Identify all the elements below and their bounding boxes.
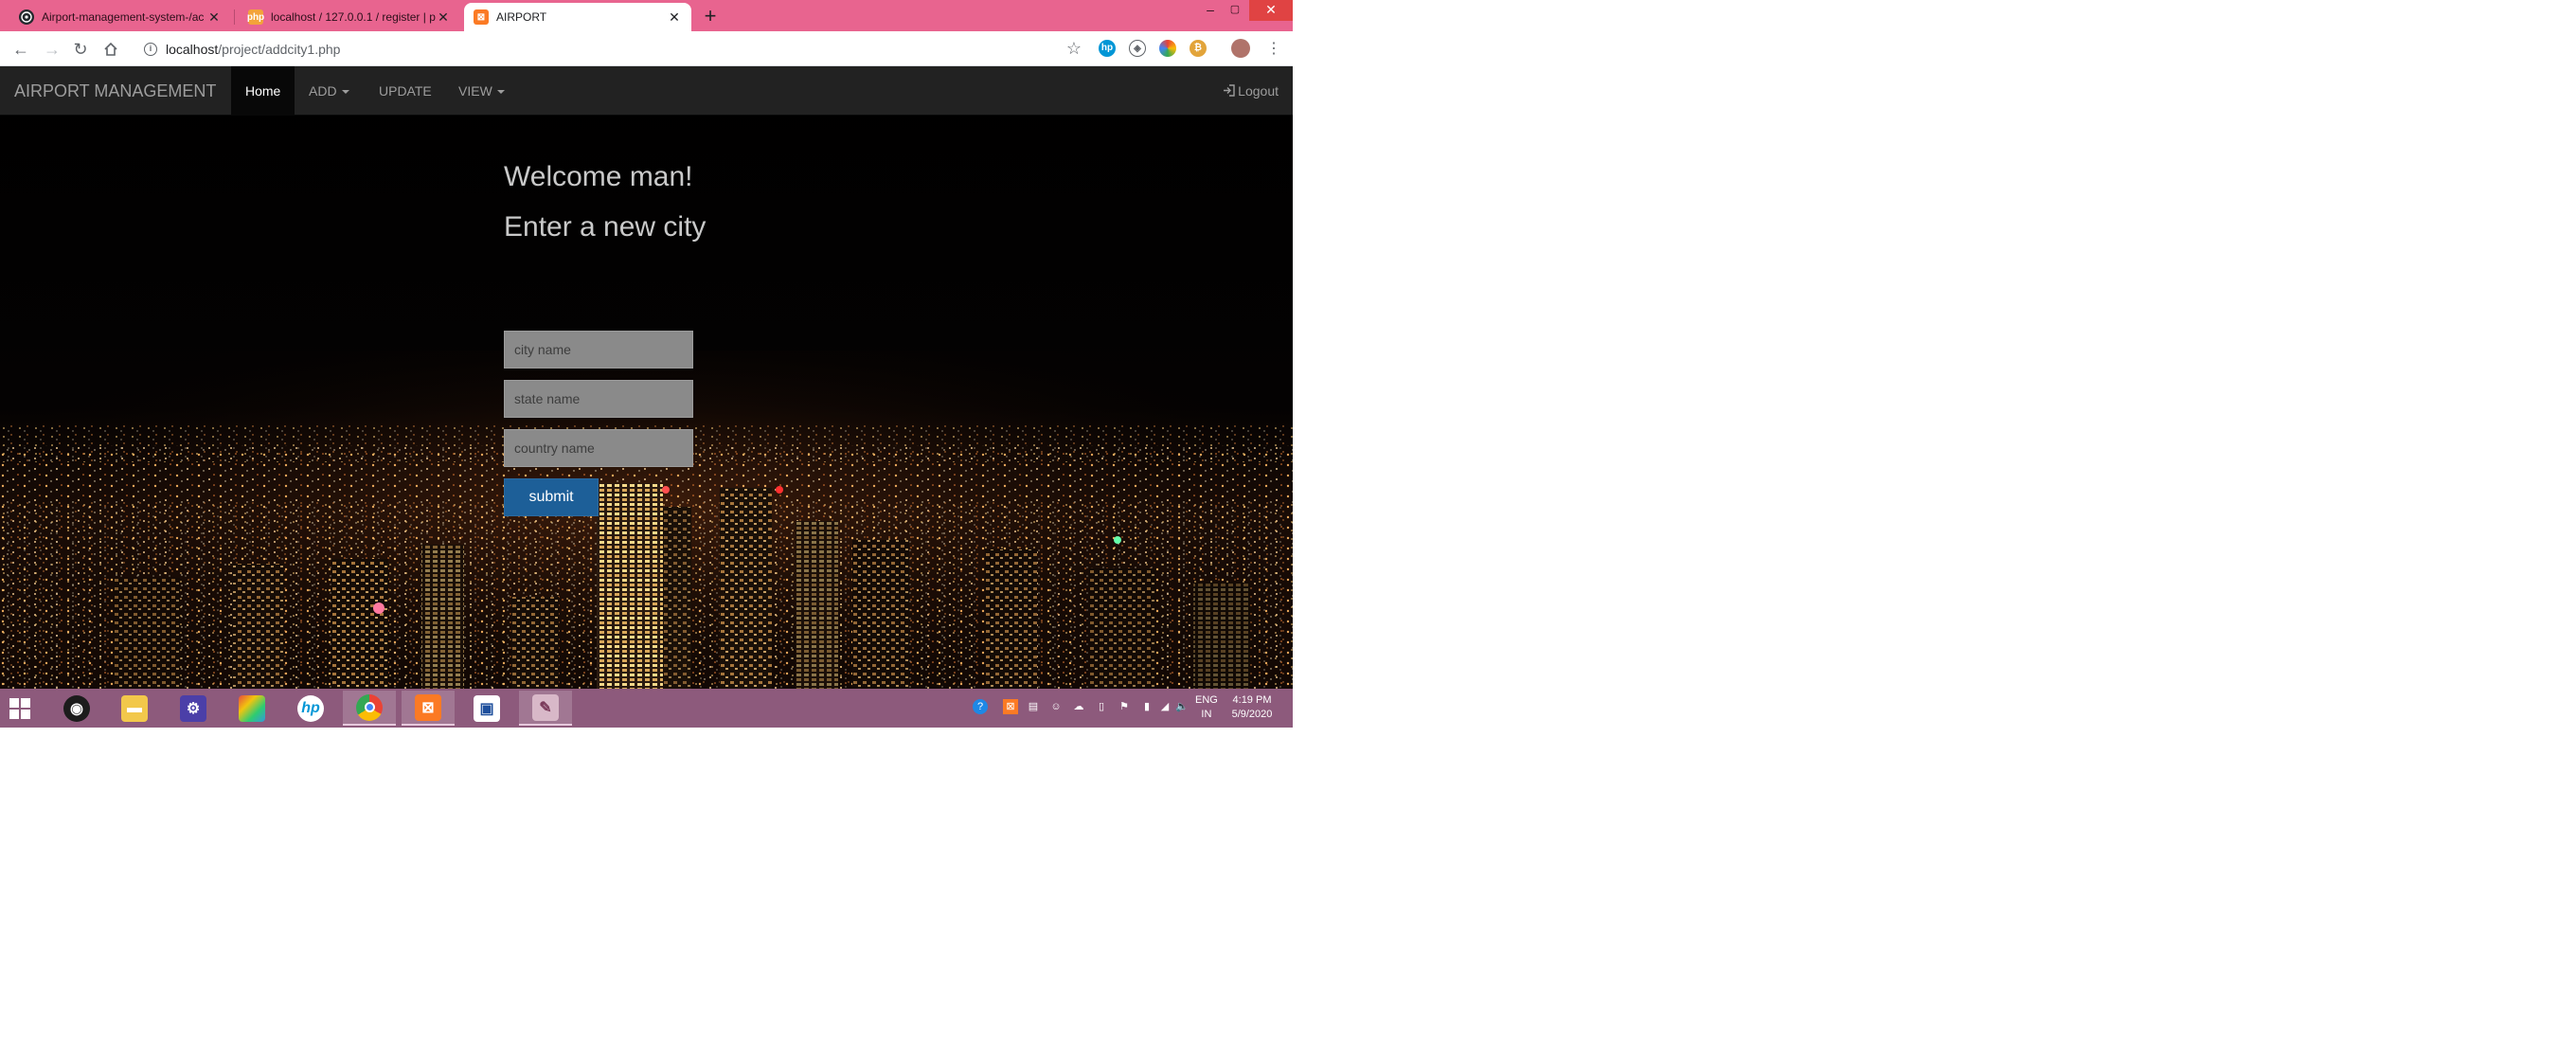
paint-icon: ✎	[532, 693, 559, 721]
state-name-input[interactable]	[504, 380, 693, 418]
coin-icon[interactable]: ₿	[1190, 40, 1207, 57]
settings-icon: ⚙	[180, 694, 206, 722]
clock-date: 5/9/2020	[1231, 709, 1273, 720]
submit-button[interactable]: submit	[504, 478, 599, 516]
language-code: ENG	[1195, 694, 1218, 706]
shield-icon[interactable]: ◈	[1129, 40, 1146, 57]
tab-airport[interactable]: ⊠ AIRPORT ✕	[464, 3, 691, 31]
logout-link[interactable]: Logout	[1223, 66, 1279, 116]
windows-taskbar: ◉ ▬ ⚙ hp ⊠ ▣ ✎ ? ⊠ ▤ ☺ ☁ ▯ ⚑ ▮ ◢ 🔈 ENG I…	[0, 689, 1293, 728]
nav-view[interactable]: VIEW	[444, 66, 519, 116]
taskbar-paint[interactable]: ✎	[519, 691, 572, 726]
hp-icon[interactable]: hp	[1099, 40, 1116, 57]
new-tab-button[interactable]: +	[697, 3, 724, 29]
flag-icon[interactable]: ⚑	[1117, 699, 1132, 714]
xampp-tray-icon[interactable]: ⊠	[1003, 699, 1018, 714]
nav-add-label: ADD	[309, 83, 337, 99]
caret-down-icon	[341, 90, 349, 95]
url-path: /project/addcity1.php	[218, 42, 341, 57]
info-icon[interactable]: i	[144, 43, 157, 56]
browser-tab-bar: Airport-management-system-/ac ✕ php loca…	[0, 0, 1293, 31]
nav-home-label: Home	[245, 83, 281, 99]
app-icon: ▣	[474, 694, 500, 722]
menu-icon[interactable]: ⋮	[1262, 38, 1285, 61]
chrome-icon	[356, 693, 383, 721]
nav-add[interactable]: ADD	[295, 66, 364, 116]
close-icon[interactable]: ✕	[206, 9, 222, 26]
close-icon[interactable]: ✕	[436, 9, 451, 26]
volume-icon[interactable]: 🔈	[1174, 699, 1190, 714]
taskbar-app[interactable]: ▣	[460, 691, 513, 726]
tab-title: Airport-management-system-/ac	[42, 10, 205, 24]
region-code: IN	[1201, 709, 1212, 720]
file-explorer-icon: ▬	[121, 694, 148, 722]
colorful-icon[interactable]	[1159, 40, 1176, 57]
taskbar-chrome[interactable]	[343, 691, 396, 726]
camera-icon: ◉	[63, 694, 90, 722]
language-indicator[interactable]: ENG IN	[1195, 693, 1218, 722]
clock-time: 4:19 PM	[1232, 694, 1272, 706]
form-title: Enter a new city	[504, 211, 707, 243]
taskbar-photos[interactable]	[225, 691, 278, 726]
tab-title: AIRPORT	[496, 10, 547, 24]
star-icon[interactable]: ☆	[1066, 39, 1082, 59]
nav-home[interactable]: Home	[231, 66, 295, 116]
tab-separator	[234, 9, 235, 25]
caret-down-icon	[496, 90, 505, 95]
home-icon[interactable]	[99, 38, 122, 61]
phpmyadmin-icon: php	[247, 9, 264, 25]
brand-link[interactable]: AIRPORT MANAGEMENT	[14, 66, 216, 116]
city-night-background	[0, 66, 1293, 689]
tab-title: localhost / 127.0.0.1 / register | p	[271, 10, 436, 24]
nav-view-label: VIEW	[458, 83, 492, 99]
tab-github[interactable]: Airport-management-system-/ac ✕	[9, 3, 231, 31]
site-navbar: AIRPORT MANAGEMENT Home ADD UPDATE VIEW …	[0, 66, 1293, 116]
logout-icon	[1223, 66, 1235, 116]
tray-icon[interactable]: ☺	[1048, 699, 1064, 714]
forward-icon[interactable]: →	[41, 38, 63, 61]
help-icon[interactable]: ?	[973, 699, 988, 714]
back-icon[interactable]: ←	[9, 38, 32, 61]
address-bar[interactable]: i localhost/project/addcity1.php ☆	[133, 36, 1089, 63]
network-icon[interactable]: ▮	[1139, 699, 1154, 714]
close-icon[interactable]: ✕	[667, 9, 682, 26]
taskbar-camera[interactable]: ◉	[50, 691, 103, 726]
screen: Airport-management-system-/ac ✕ php loca…	[0, 0, 1293, 728]
nav-update-label: UPDATE	[379, 83, 432, 99]
url-text: localhost/project/addcity1.php	[166, 42, 340, 57]
city-name-input[interactable]	[504, 331, 693, 369]
taskbar-xampp[interactable]: ⊠	[402, 691, 455, 726]
taskbar-hp[interactable]: hp	[284, 691, 337, 726]
onedrive-icon[interactable]: ☁	[1071, 699, 1086, 714]
welcome-heading: Welcome man!	[504, 161, 693, 192]
xampp-icon: ⊠	[474, 9, 489, 25]
taskbar-file-explorer[interactable]: ▬	[108, 691, 161, 726]
window-close-button[interactable]: ✕	[1249, 0, 1293, 21]
github-icon	[19, 9, 34, 25]
tray-icon[interactable]: ▤	[1026, 699, 1041, 714]
logout-label: Logout	[1238, 83, 1279, 99]
xampp-icon: ⊠	[415, 693, 441, 721]
avatar[interactable]	[1231, 39, 1250, 58]
reload-icon[interactable]: ↻	[69, 38, 92, 61]
country-name-input[interactable]	[504, 429, 693, 467]
maximize-button[interactable]: ▢	[1221, 0, 1249, 21]
clock[interactable]: 4:19 PM 5/9/2020	[1227, 693, 1277, 722]
battery-icon[interactable]: ▯	[1094, 699, 1109, 714]
web-page: AIRPORT MANAGEMENT Home ADD UPDATE VIEW …	[0, 66, 1293, 689]
url-host: localhost	[166, 42, 219, 57]
tab-phpmyadmin[interactable]: php localhost / 127.0.0.1 / register | p…	[239, 3, 460, 31]
wifi-icon[interactable]: ◢	[1157, 699, 1172, 714]
taskbar-settings[interactable]: ⚙	[167, 691, 220, 726]
hp-icon: hp	[297, 694, 324, 722]
photos-icon	[239, 694, 265, 722]
browser-toolbar: ← → ↻ i localhost/project/addcity1.php ☆…	[0, 31, 1293, 66]
nav-update[interactable]: UPDATE	[365, 66, 446, 116]
start-icon[interactable]	[9, 698, 30, 719]
